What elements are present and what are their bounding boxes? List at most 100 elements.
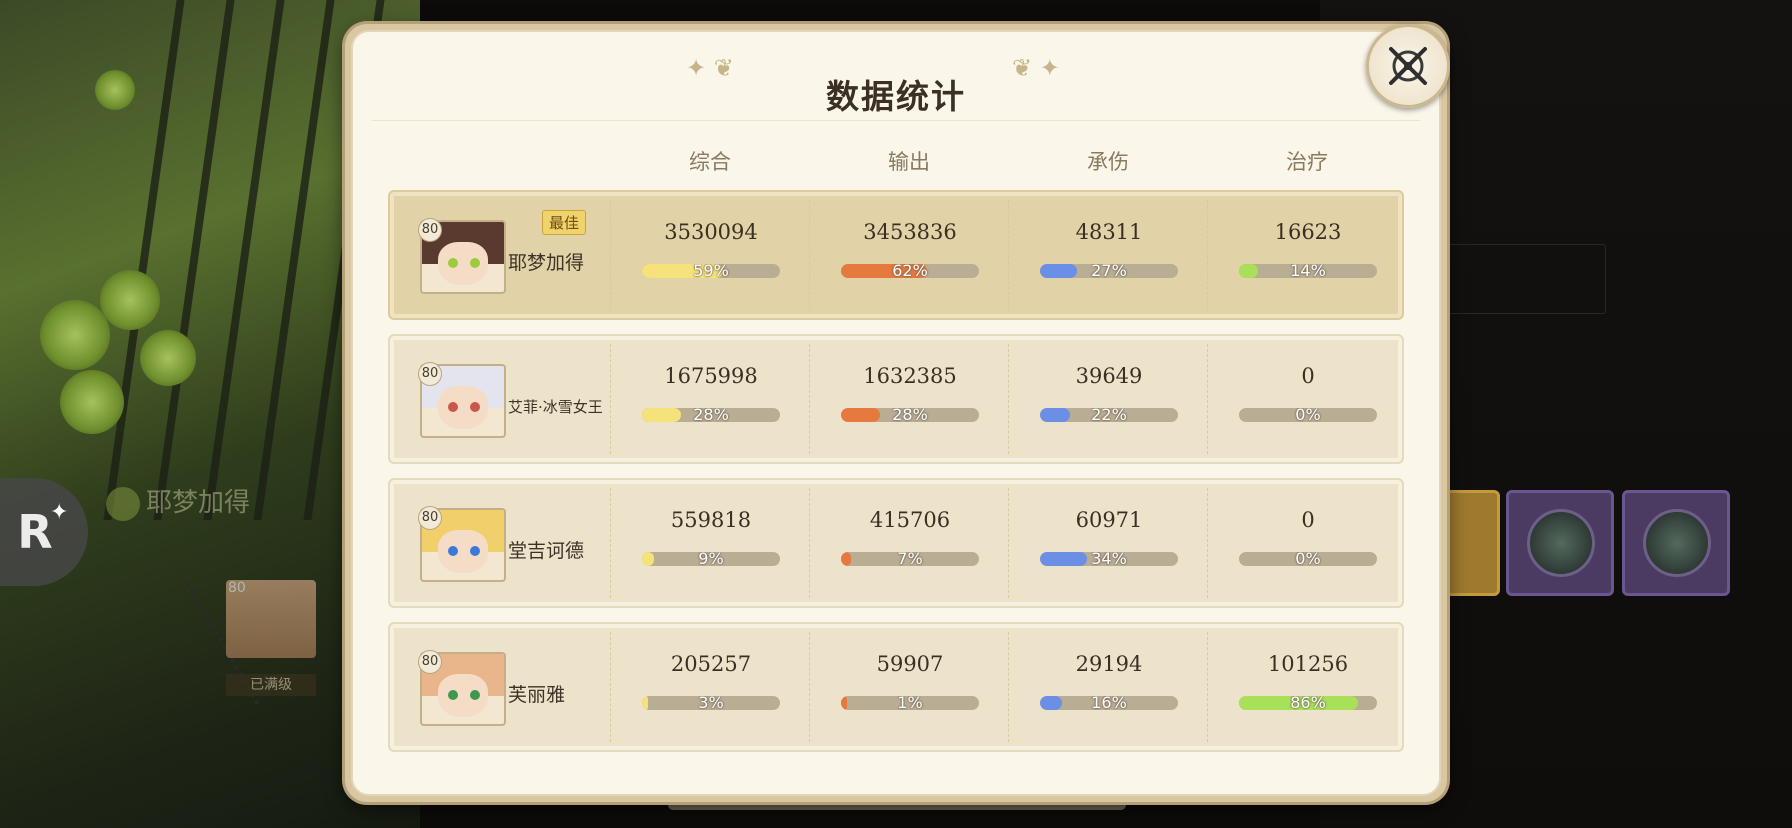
orb-icon bbox=[1643, 509, 1711, 577]
stat-value: 0 bbox=[1301, 508, 1315, 532]
r-badge-label: R bbox=[17, 505, 53, 559]
stat-cell: 39649 22% bbox=[1010, 336, 1208, 462]
column-header-overall: 综合 bbox=[689, 150, 731, 174]
stats-row[interactable]: 80 最佳耶梦加得 3530094 59% 3453836 62% 48311 27% 1662… bbox=[388, 190, 1404, 320]
stat-progress-bar: 28% bbox=[841, 408, 979, 422]
column-divider bbox=[809, 344, 810, 454]
background-iron-bars bbox=[103, 0, 385, 520]
stat-progress-bar: 0% bbox=[1239, 552, 1377, 566]
stat-percent: 0% bbox=[1295, 408, 1321, 422]
stat-progress-bar: 27% bbox=[1040, 264, 1178, 278]
stat-cell: 16623 14% bbox=[1209, 192, 1407, 318]
column-divider bbox=[1207, 200, 1208, 310]
stats-row[interactable]: 80 芙丽雅 205257 3% 59907 1% 29194 16% 101256 86% bbox=[388, 622, 1404, 752]
stat-progress-bar: 14% bbox=[1239, 264, 1377, 278]
stat-value: 101256 bbox=[1267, 652, 1349, 676]
stat-value: 3530094 bbox=[664, 220, 758, 244]
stat-cell: 0 0% bbox=[1209, 480, 1407, 606]
stat-value: 29194 bbox=[1075, 652, 1143, 676]
orb-icon bbox=[1527, 509, 1595, 577]
sparkle-icon: ✦ bbox=[50, 500, 69, 525]
stat-cell: 101256 86% bbox=[1209, 624, 1407, 750]
background-avatar[interactable]: 80 bbox=[226, 580, 316, 658]
character-level: 80 bbox=[418, 362, 442, 386]
stat-percent: 86% bbox=[1290, 696, 1326, 710]
stat-cell: 1675998 28% bbox=[612, 336, 810, 462]
stat-progress-bar: 62% bbox=[841, 264, 979, 278]
stat-value: 60971 bbox=[1075, 508, 1143, 532]
rose-decoration bbox=[140, 330, 196, 386]
column-divider bbox=[1008, 632, 1009, 742]
stat-cell: 48311 27% bbox=[1010, 192, 1208, 318]
stat-cell: 29194 16% bbox=[1010, 624, 1208, 750]
stat-percent: 14% bbox=[1290, 264, 1326, 278]
close-x-icon bbox=[1389, 47, 1427, 85]
stat-value: 59907 bbox=[876, 652, 944, 676]
stat-value: 1675998 bbox=[664, 364, 758, 388]
rose-decoration bbox=[95, 70, 135, 110]
column-divider bbox=[610, 200, 611, 310]
stat-value: 1632385 bbox=[863, 364, 957, 388]
background-character-name-text: 耶梦加得 bbox=[146, 488, 251, 518]
character-level: 80 bbox=[418, 506, 442, 530]
stat-value: 48311 bbox=[1075, 220, 1143, 244]
character-level: 80 bbox=[418, 650, 442, 674]
character-name: 耶梦加得 bbox=[508, 252, 585, 274]
stats-row[interactable]: 80 艾菲·冰雪女王 1675998 28% 1632385 28% 39649 22% 0 0% bbox=[388, 334, 1404, 464]
stat-progress-bar: 9% bbox=[642, 552, 780, 566]
stat-value: 0 bbox=[1301, 364, 1315, 388]
stat-value: 3453836 bbox=[863, 220, 957, 244]
character-name: 堂吉诃德 bbox=[508, 540, 585, 562]
stat-progress-bar: 22% bbox=[1040, 408, 1178, 422]
character-name: 艾菲·冰雪女王 bbox=[508, 398, 603, 416]
stat-value: 16623 bbox=[1274, 220, 1342, 244]
stat-progress-bar: 0% bbox=[1239, 408, 1377, 422]
column-divider bbox=[809, 488, 810, 598]
stat-cell: 3453836 62% bbox=[811, 192, 1009, 318]
stat-cell: 1632385 28% bbox=[811, 336, 1009, 462]
background-avatar-status: 已满级 bbox=[226, 674, 316, 696]
background-slot-purple[interactable] bbox=[1506, 490, 1614, 596]
stat-percent: 3% bbox=[698, 696, 724, 710]
stat-percent: 62% bbox=[892, 264, 928, 278]
stat-cell: 59907 1% bbox=[811, 624, 1009, 750]
column-divider bbox=[610, 344, 611, 454]
stat-progress-bar: 7% bbox=[841, 552, 979, 566]
column-divider bbox=[610, 632, 611, 742]
character-level: 80 bbox=[418, 218, 442, 242]
rose-decoration bbox=[60, 370, 124, 434]
stat-cell: 60971 34% bbox=[1010, 480, 1208, 606]
rose-decoration bbox=[100, 270, 160, 330]
column-divider bbox=[1207, 344, 1208, 454]
character-name: 芙丽雅 bbox=[508, 684, 566, 706]
stat-cell: 3530094 59% bbox=[612, 192, 810, 318]
stat-progress-bar: 59% bbox=[642, 264, 780, 278]
column-divider bbox=[610, 488, 611, 598]
column-divider bbox=[1207, 632, 1208, 742]
rose-decoration bbox=[40, 300, 110, 370]
stat-percent: 27% bbox=[1091, 264, 1127, 278]
column-divider bbox=[1008, 200, 1009, 310]
background-slot-purple[interactable] bbox=[1622, 490, 1730, 596]
column-divider bbox=[1008, 488, 1009, 598]
background-character-name: 耶梦加得 bbox=[106, 482, 250, 521]
stat-cell: 415706 7% bbox=[811, 480, 1009, 606]
column-divider bbox=[809, 632, 810, 742]
stat-progress-bar: 1% bbox=[841, 696, 979, 710]
best-badge: 最佳 bbox=[542, 210, 587, 235]
header-divider bbox=[372, 120, 1420, 121]
stat-progress-bar: 3% bbox=[642, 696, 780, 710]
column-divider bbox=[1207, 488, 1208, 598]
stat-progress-bar: 28% bbox=[642, 408, 780, 422]
stat-value: 415706 bbox=[869, 508, 951, 532]
stat-cell: 0 0% bbox=[1209, 336, 1407, 462]
stat-cell: 559818 9% bbox=[612, 480, 810, 606]
close-button[interactable] bbox=[1366, 24, 1450, 108]
stat-percent: 22% bbox=[1091, 408, 1127, 422]
stat-percent: 1% bbox=[897, 696, 923, 710]
stat-percent: 16% bbox=[1091, 696, 1127, 710]
column-header-output: 输出 bbox=[888, 150, 930, 174]
stats-row[interactable]: 80 堂吉诃德 559818 9% 415706 7% 60971 34% 0 0% bbox=[388, 478, 1404, 608]
stat-progress-bar: 86% bbox=[1239, 696, 1377, 710]
dialog-title: 数据统计 bbox=[826, 77, 966, 116]
